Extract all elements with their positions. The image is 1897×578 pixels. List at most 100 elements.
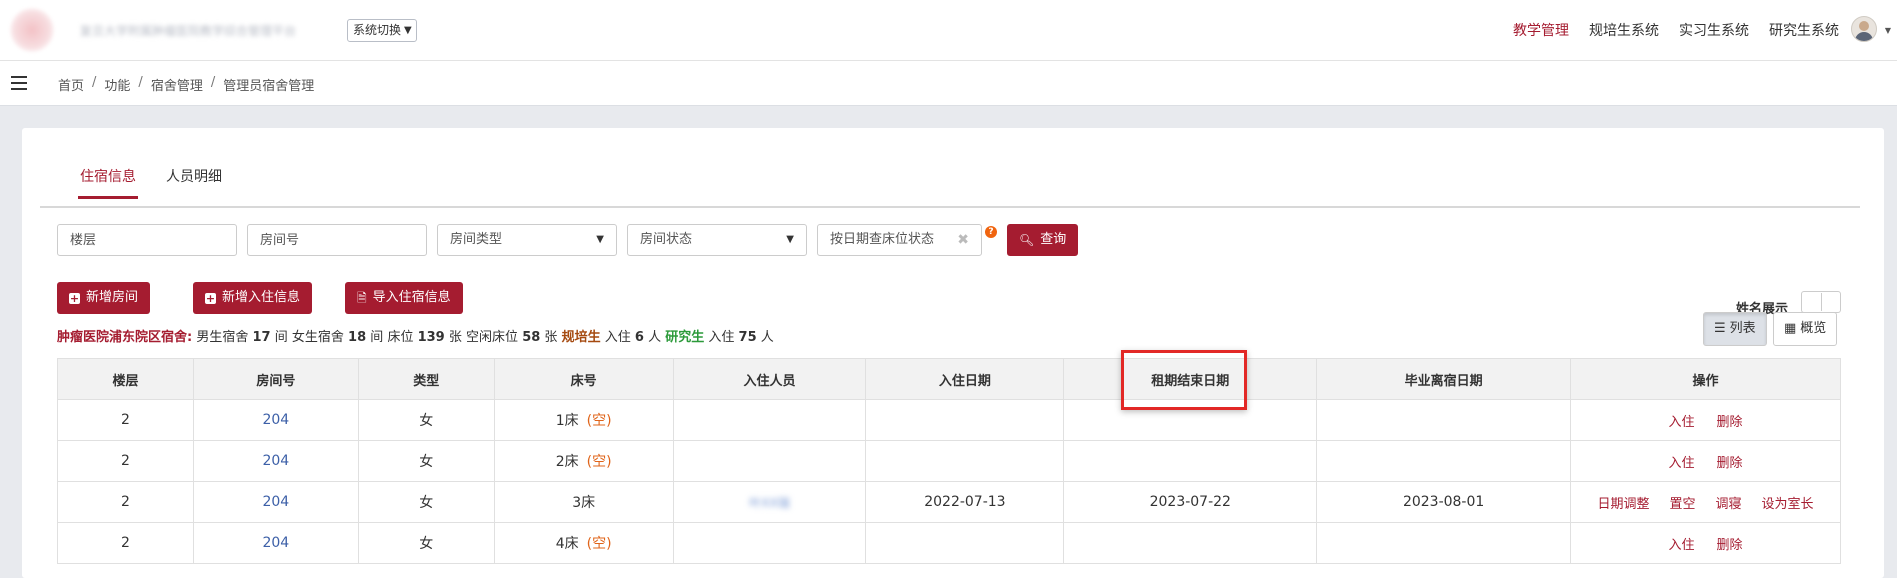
summary-unit: 间 (370, 330, 384, 345)
import-checkin-button[interactable]: 🗎 导入住宿信息 (345, 282, 463, 314)
col-header-room: 房间号 (192, 358, 359, 400)
summary-org: 肿瘤医院浦东院区宿舍: (57, 330, 193, 345)
cell-floor: 2 (57, 522, 194, 564)
breadcrumb-function[interactable]: 功能 (104, 75, 130, 94)
date-adjust-link[interactable]: 日期调整 (1597, 493, 1649, 512)
hospital-logo (10, 8, 54, 52)
delete-link[interactable]: 删除 (1717, 534, 1743, 553)
date-bed-status-input[interactable]: 按日期查床位状态 ✖ (817, 224, 982, 256)
cell-ops: 入住 删除 (1570, 440, 1841, 482)
top-nav: 教学管理 规培生系统 实习生系统 研究生系统 (1513, 0, 1839, 60)
room-link[interactable]: 204 (262, 412, 289, 428)
col-header-person: 入住人员 (672, 358, 867, 400)
summary-female-label: 女生宿舍 (291, 330, 344, 345)
breadcrumb-bar: 首页 / 功能 / 宿舍管理 / 管理员宿舍管理 (0, 61, 1897, 106)
cell-ops: 入住 删除 (1570, 522, 1841, 564)
system-switch-label: 系统切换 (353, 23, 402, 37)
room-link[interactable]: 204 (262, 453, 289, 469)
breadcrumb-home[interactable]: 首页 (58, 75, 84, 94)
plus-icon: + (69, 291, 80, 305)
search-icon: 🔍︎ (1019, 233, 1035, 247)
plus-icon: + (205, 291, 216, 305)
file-import-icon: 🗎 (357, 291, 367, 305)
nav-graduate-system[interactable]: 研究生系统 (1769, 20, 1839, 40)
cell-type: 女 (357, 522, 495, 564)
checkin-link[interactable]: 入住 (1669, 534, 1695, 553)
cell-bed: 3床 (493, 481, 674, 523)
top-header: 复旦大学附属肿瘤医院教学综合管理平台 系统切换 ▼ 教学管理 规培生系统 实习生… (0, 0, 1897, 61)
delete-link[interactable]: 删除 (1717, 452, 1743, 471)
cell-person: 叶XX瑞 (672, 481, 867, 523)
dorm-table: 楼层 房间号 类型 床号 入住人员 入住日期 租期结束日期 毕业离宿日期 操作 … (57, 358, 1841, 564)
cell-checkin (865, 522, 1065, 564)
cell-grad-leave (1316, 522, 1572, 564)
tab-accommodation-info[interactable]: 住宿信息 (78, 166, 138, 199)
room-number-input[interactable] (247, 224, 427, 256)
transfer-room-link[interactable]: 调寝 (1716, 493, 1742, 512)
nav-intern-system[interactable]: 实习生系统 (1679, 20, 1749, 40)
add-checkin-button[interactable]: + 新增入住信息 (193, 282, 313, 314)
summary-resident-label: 规培生 (561, 330, 601, 345)
caret-down-icon[interactable]: ▼ (1885, 26, 1891, 35)
question-icon[interactable]: ? (985, 226, 997, 238)
cell-grad-leave: 2023-08-01 (1316, 481, 1572, 523)
breadcrumb-separator: / (92, 75, 97, 90)
room-type-select[interactable]: 房间类型 ▼ (437, 224, 617, 256)
cell-bed: 4床 (空) (493, 522, 674, 564)
clear-icon[interactable]: ✖ (957, 225, 969, 255)
empty-badge: (空) (586, 536, 612, 552)
breadcrumb-separator: / (138, 75, 143, 90)
summary-unit: 张 (448, 330, 462, 345)
breadcrumb-separator: / (210, 75, 216, 90)
overview-button[interactable]: ▦ 概览 (1773, 312, 1838, 346)
empty-badge: (空) (586, 413, 612, 429)
add-room-label: 新增房间 (86, 290, 139, 305)
table-row: 2 204 女 3床 叶XX瑞 2022-07-13 2023-07-22 20… (57, 481, 1841, 523)
import-checkin-label: 导入住宿信息 (372, 290, 451, 305)
col-header-floor: 楼层 (57, 358, 194, 400)
room-status-select[interactable]: 房间状态 ▼ (627, 224, 807, 256)
floor-input[interactable] (57, 224, 237, 256)
delete-link[interactable]: 删除 (1717, 411, 1743, 430)
vacate-link[interactable]: 置空 (1670, 493, 1696, 512)
breadcrumb-dorm[interactable]: 宿舍管理 (151, 75, 203, 94)
list-view-button[interactable]: ☰ 列表 (1703, 312, 1767, 346)
bed-label: 2床 (555, 454, 579, 470)
col-header-ops: 操作 (1570, 358, 1841, 400)
set-leader-link[interactable]: 设为室长 (1762, 493, 1814, 512)
chevron-down-icon: ▼ (786, 234, 794, 245)
summary-resident-count: 6 (634, 330, 644, 345)
bed-label: 1床 (555, 413, 579, 429)
tab-person-detail[interactable]: 人员明细 (166, 166, 222, 186)
nav-teaching-management[interactable]: 教学管理 (1513, 20, 1569, 40)
cell-lease-end: 2023-07-22 (1063, 481, 1318, 523)
cell-type: 女 (357, 399, 495, 441)
search-button[interactable]: 🔍︎ 查询 (1007, 224, 1079, 256)
toggle-knob (1803, 293, 1822, 311)
cell-checkin (865, 399, 1065, 441)
room-link[interactable]: 204 (262, 535, 289, 551)
system-switch-dropdown[interactable]: 系统切换 ▼ (347, 19, 417, 42)
cell-bed: 1床 (空) (493, 399, 674, 441)
cell-ops: 入住 删除 (1570, 399, 1841, 441)
room-link[interactable]: 204 (262, 494, 289, 510)
room-status-value: 房间状态 (640, 232, 693, 247)
add-room-button[interactable]: + 新增房间 (57, 282, 151, 314)
summary-free-count: 58 (522, 330, 541, 345)
summary-unit: 人 (760, 330, 774, 345)
grid-icon: ▦ (1784, 321, 1797, 336)
name-display-toggle[interactable] (1801, 291, 1841, 313)
summary-bed-count: 139 (417, 330, 445, 345)
empty-badge: (空) (586, 454, 612, 470)
person-name: 叶XX瑞 (749, 495, 790, 510)
system-title: 复旦大学附属肿瘤医院教学综合管理平台 (80, 24, 297, 36)
table-header-row: 楼层 房间号 类型 床号 入住人员 入住日期 租期结束日期 毕业离宿日期 操作 (57, 358, 1841, 400)
user-avatar[interactable] (1851, 16, 1877, 42)
checkin-link[interactable]: 入住 (1669, 411, 1695, 430)
summary-free-label: 空闲床位 (466, 330, 519, 345)
cell-lease-end (1063, 522, 1318, 564)
checkin-link[interactable]: 入住 (1669, 452, 1695, 471)
date-placeholder: 按日期查床位状态 (830, 232, 935, 247)
nav-resident-system[interactable]: 规培生系统 (1589, 20, 1659, 40)
hamburger-menu-icon[interactable] (11, 76, 27, 90)
